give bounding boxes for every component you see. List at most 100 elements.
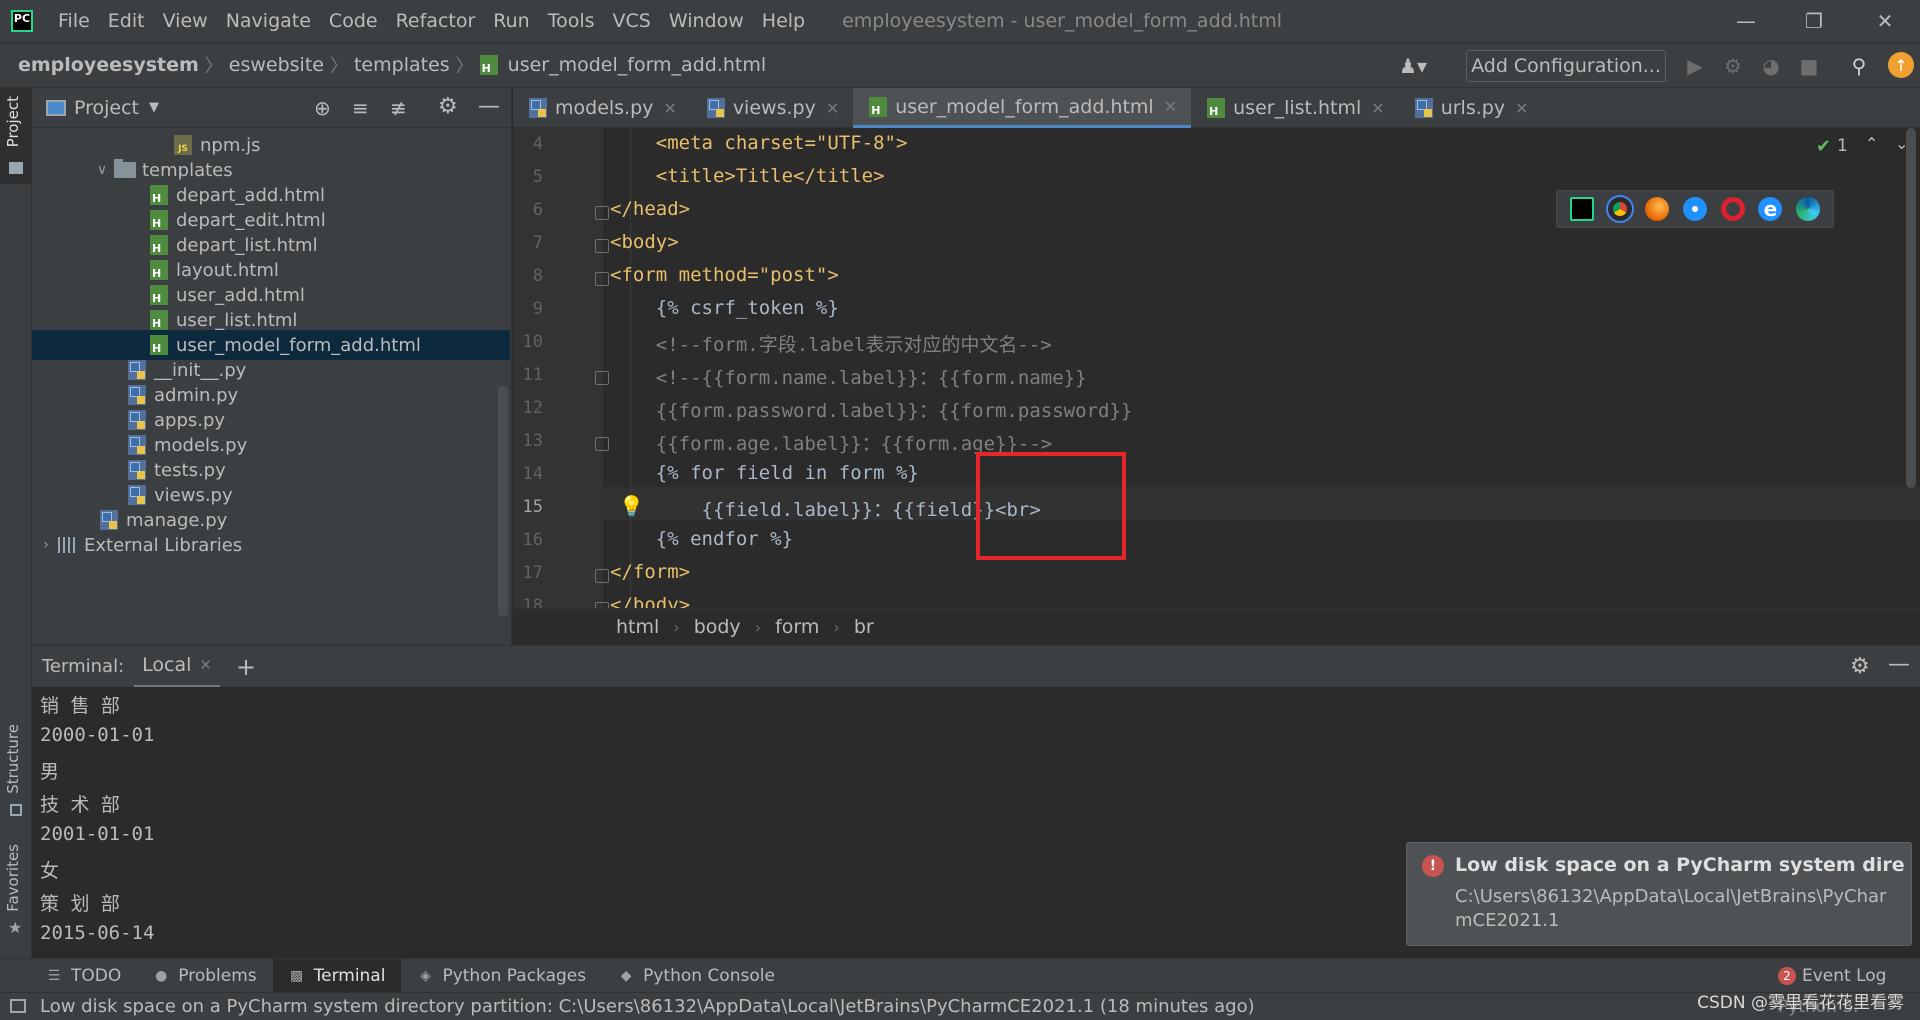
stop-icon[interactable]: ■ xyxy=(1796,53,1822,79)
tree-item-label: user_list.html xyxy=(176,309,298,331)
line-number: 11 xyxy=(522,365,543,385)
pycharm-browser-icon[interactable] xyxy=(1569,197,1594,221)
breadcrumb-project[interactable]: employeesystem xyxy=(0,54,205,76)
python-file-icon xyxy=(128,385,146,405)
hide-panel-icon[interactable]: — xyxy=(1888,652,1910,677)
tab-models-py[interactable]: models.py ✕ xyxy=(513,88,691,128)
add-configuration-button[interactable]: Add Configuration... xyxy=(1466,50,1666,82)
tree-item-label: tests.py xyxy=(154,459,226,481)
fold-marker-icon[interactable] xyxy=(595,239,609,253)
close-icon[interactable]: ✕ xyxy=(663,99,676,118)
menu-code[interactable]: Code xyxy=(320,10,387,32)
element-path-html[interactable]: html xyxy=(616,616,659,638)
locate-icon[interactable]: ⊕ xyxy=(314,96,331,120)
tool-tab-terminal[interactable]: ▩ Terminal xyxy=(272,958,402,993)
tool-tab-python-console[interactable]: ◆ Python Console xyxy=(602,959,791,993)
safari-icon[interactable] xyxy=(1682,197,1707,221)
minimize-icon[interactable]: — xyxy=(1716,0,1776,42)
menu-edit[interactable]: Edit xyxy=(99,10,154,32)
fold-marker-icon[interactable] xyxy=(595,437,609,451)
side-tab-project[interactable]: Project xyxy=(4,96,22,147)
fold-marker-icon[interactable] xyxy=(595,371,609,385)
menu-navigate[interactable]: Navigate xyxy=(217,10,320,32)
element-path-body[interactable]: body xyxy=(694,616,741,638)
chevron-up-icon[interactable]: ⌃ xyxy=(1865,134,1878,153)
tab-views-py[interactable]: views.py ✕ xyxy=(691,88,853,128)
inspection-count[interactable]: 1 xyxy=(1837,136,1848,156)
close-icon[interactable]: ✕ xyxy=(1515,99,1528,118)
chevron-down-icon[interactable]: ∨ xyxy=(94,162,110,178)
close-icon[interactable]: ✕ xyxy=(826,99,839,118)
collapse-all-icon[interactable]: ≢ xyxy=(390,96,407,120)
tree-item-label: apps.py xyxy=(154,409,226,431)
debug-icon[interactable]: ⚙ xyxy=(1720,53,1746,79)
code-line: {{form.password.label}}：{{form.password}… xyxy=(610,400,1133,422)
breadcrumb-eswebsite[interactable]: eswebsite xyxy=(223,54,330,76)
terminal-tab-local[interactable]: Local ✕ xyxy=(134,646,220,688)
side-tab-structure[interactable]: Structure xyxy=(4,724,22,794)
menu-refactor[interactable]: Refactor xyxy=(387,10,485,32)
gear-icon[interactable]: ⚙ xyxy=(438,94,458,119)
close-icon[interactable]: ✕ xyxy=(199,656,212,674)
terminal-line: 2015-06-14 xyxy=(40,922,155,944)
edge-icon[interactable] xyxy=(1796,197,1821,221)
coverage-icon[interactable]: ◕ xyxy=(1758,53,1784,79)
expand-all-icon[interactable]: ≡ xyxy=(352,96,369,120)
python-file-icon xyxy=(100,510,118,530)
chevron-down-icon[interactable]: ▼ xyxy=(149,100,159,115)
tab-label: user_list.html xyxy=(1233,97,1362,119)
close-icon[interactable]: ✕ xyxy=(1371,99,1384,118)
menu-window[interactable]: Window xyxy=(660,10,753,32)
tool-tab-problems[interactable]: ● Problems xyxy=(137,959,272,993)
notification-balloon[interactable]: ! Low disk space on a PyCharm system dir… xyxy=(1406,842,1912,946)
tree-item-external-libraries[interactable]: › External Libraries xyxy=(32,530,510,560)
element-path-form[interactable]: form xyxy=(775,616,819,638)
menu-view[interactable]: View xyxy=(154,10,217,32)
project-scrollbar[interactable] xyxy=(498,386,508,616)
gear-icon[interactable]: ⚙ xyxy=(1850,654,1870,679)
close-icon[interactable]: ✕ xyxy=(1855,0,1915,42)
hide-panel-icon[interactable]: — xyxy=(478,94,500,119)
internet-explorer-icon[interactable]: e xyxy=(1758,197,1783,221)
restore-icon[interactable]: ❐ xyxy=(1784,0,1844,42)
html-file-icon xyxy=(150,335,168,355)
fold-marker-icon[interactable] xyxy=(595,206,609,220)
menu-file[interactable]: File xyxy=(49,10,99,32)
menu-tools[interactable]: Tools xyxy=(539,10,604,32)
breadcrumb-templates[interactable]: templates xyxy=(348,54,456,76)
menu-run[interactable]: Run xyxy=(484,10,538,32)
python-file-icon xyxy=(529,98,547,118)
chevron-right-icon: › xyxy=(754,617,762,637)
tool-tab-python-packages[interactable]: ◈ Python Packages xyxy=(401,959,602,993)
line-number-current: 15 xyxy=(522,497,543,517)
toggle-tool-windows-icon[interactable] xyxy=(10,999,26,1013)
fold-marker-icon[interactable] xyxy=(595,272,609,286)
menu-vcs[interactable]: VCS xyxy=(604,10,660,32)
breadcrumb-file[interactable]: user_model_form_add.html xyxy=(502,54,773,76)
project-view-selector[interactable]: Project xyxy=(74,97,139,119)
tab-user-list-html[interactable]: user_list.html ✕ xyxy=(1191,88,1399,128)
update-icon[interactable]: ↑ xyxy=(1888,52,1914,78)
firefox-icon[interactable] xyxy=(1645,197,1670,221)
chrome-icon[interactable] xyxy=(1605,195,1634,223)
menu-help[interactable]: Help xyxy=(753,10,814,32)
tool-tab-todo[interactable]: ☰ TODO xyxy=(30,959,137,993)
add-tab-icon[interactable]: + xyxy=(236,653,256,681)
run-icon[interactable]: ▶ xyxy=(1682,53,1708,79)
element-path-br[interactable]: br xyxy=(854,616,874,638)
line-number: 7 xyxy=(532,233,543,253)
opera-icon[interactable] xyxy=(1720,197,1745,221)
close-icon[interactable]: ✕ xyxy=(1164,97,1177,116)
search-icon[interactable]: ⚲ xyxy=(1846,53,1872,79)
side-tab-favorites[interactable]: Favorites xyxy=(4,844,22,912)
user-icon[interactable]: ♟▾ xyxy=(1399,53,1427,79)
tree-item-label: views.py xyxy=(154,484,233,506)
tab-urls-py[interactable]: urls.py ✕ xyxy=(1399,88,1543,128)
editor-scrollbar[interactable] xyxy=(1906,128,1916,488)
tab-user-model-form-add[interactable]: user_model_form_add.html ✕ xyxy=(853,88,1192,128)
status-bar: Low disk space on a PyCharm system direc… xyxy=(0,992,1920,1020)
fold-marker-icon[interactable] xyxy=(595,569,609,583)
chevron-right-icon[interactable]: › xyxy=(38,537,54,553)
status-message[interactable]: Low disk space on a PyCharm system direc… xyxy=(40,996,1255,1017)
python-console-icon: ◆ xyxy=(620,967,632,984)
